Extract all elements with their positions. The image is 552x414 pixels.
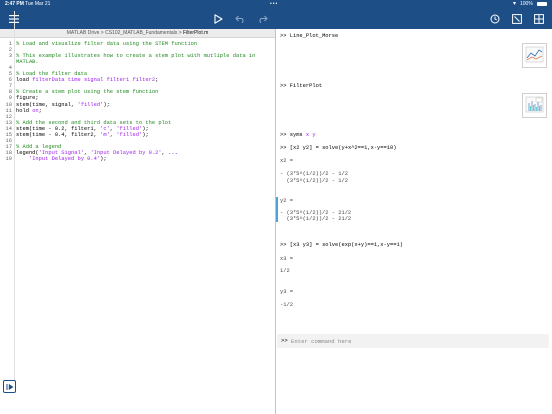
command-entry: >> [x3 y3] = solve(exp(x+y)==1,x-y==1) [280, 242, 403, 248]
entry-prompt: >> [280, 145, 290, 151]
undo-icon[interactable] [234, 12, 247, 25]
code-text: 'Input Delayed by 0.4'); [16, 156, 107, 162]
step-play-icon [6, 378, 14, 396]
entry-text: y2 = [280, 198, 293, 204]
wifi-icon: ▾ [513, 1, 517, 7]
command-output: y2 = [280, 198, 293, 204]
output-marker [276, 197, 278, 222]
entry-prompt: >> [280, 132, 290, 138]
command-output: (3*5^(1/2))/2 - 1/2 [280, 178, 348, 184]
figure-thumbnail-line-plot[interactable] [522, 43, 547, 68]
entry-text: Line_Plot_Morse [289, 33, 339, 39]
command-output: y3 = [280, 289, 293, 295]
status-bar: 2:47 PM Tue Mar 21 ••• ▾ 100% [0, 0, 552, 8]
breadcrumb-file: FilterPlot.m [182, 30, 209, 36]
figure-thumbnail-filterplot[interactable] [522, 93, 547, 118]
multitasking-dots[interactable]: ••• [270, 0, 278, 8]
entry-prompt: >> [280, 83, 290, 89]
command-entry: >> Line_Plot_Morse [280, 33, 338, 39]
entry-args: x y [305, 132, 316, 138]
entry-text: - (3*5^(1/2))/2 - 1/2 [280, 171, 348, 177]
breadcrumb[interactable]: MATLAB Drive > CS102_MATLAB_Fundamentals… [0, 29, 275, 38]
clock-icon[interactable] [488, 12, 501, 25]
command-entry: >> [x2 y2] = solve(y+x^2==1,x-y==10) [280, 145, 396, 151]
command-output: 1/2 [280, 268, 290, 274]
command-input[interactable] [291, 336, 541, 346]
entry-text: syms [289, 132, 306, 138]
code-line[interactable]: 19 'Input Delayed by 0.4'); [0, 156, 275, 162]
layout-icon[interactable] [532, 12, 545, 25]
entry-text: [x3 y3] = solve(exp(x+y)==1,x-y==1) [289, 242, 403, 248]
redo-icon[interactable] [256, 12, 269, 25]
run-icon[interactable] [212, 12, 225, 25]
battery-icon [537, 2, 547, 6]
status-date: Tue Mar 21 [25, 1, 51, 7]
command-prompt: >> [281, 337, 288, 344]
line-number: 19 [5, 155, 12, 162]
clear-icon[interactable] [510, 12, 523, 25]
entry-text: (3*5^(1/2))/2 - 21/2 [280, 216, 352, 222]
code-token: ); [100, 155, 107, 162]
entry-text: x3 = [280, 256, 293, 262]
entry-prompt: >> [280, 242, 290, 248]
command-output: - (3*5^(1/2))/2 - 1/2 [280, 171, 348, 177]
entry-text: FilterPlot [289, 83, 323, 89]
entry-text: x2 = [280, 158, 293, 164]
command-entry: >> syms x y [280, 132, 316, 138]
entry-text: (3*5^(1/2))/2 - 1/2 [280, 178, 348, 184]
entry-text: [x2 y2] = solve(y+x^2==1,x-y==10) [289, 145, 397, 151]
status-time: 2:47 PM [5, 1, 24, 7]
toolbar [0, 8, 552, 29]
breadcrumb-path[interactable]: MATLAB Drive > CS102_MATLAB_Fundamentals… [67, 30, 183, 36]
command-output: -1/2 [280, 302, 293, 308]
command-output: x2 = [280, 158, 293, 164]
entry-text: -1/2 [280, 302, 293, 308]
entry-prompt: >> [280, 33, 290, 39]
command-output: (3*5^(1/2))/2 - 21/2 [280, 216, 351, 222]
entry-text: 1/2 [280, 268, 290, 274]
code-token: 'Input Delayed by 0.4' [28, 155, 101, 162]
command-input-bar[interactable]: >> [277, 334, 549, 348]
command-entry: >> FilterPlot [280, 83, 322, 89]
command-output: x3 = [280, 256, 293, 262]
battery-percent: 100% [520, 1, 533, 7]
entry-text: y3 = [280, 289, 293, 295]
run-section-button[interactable] [3, 380, 16, 393]
